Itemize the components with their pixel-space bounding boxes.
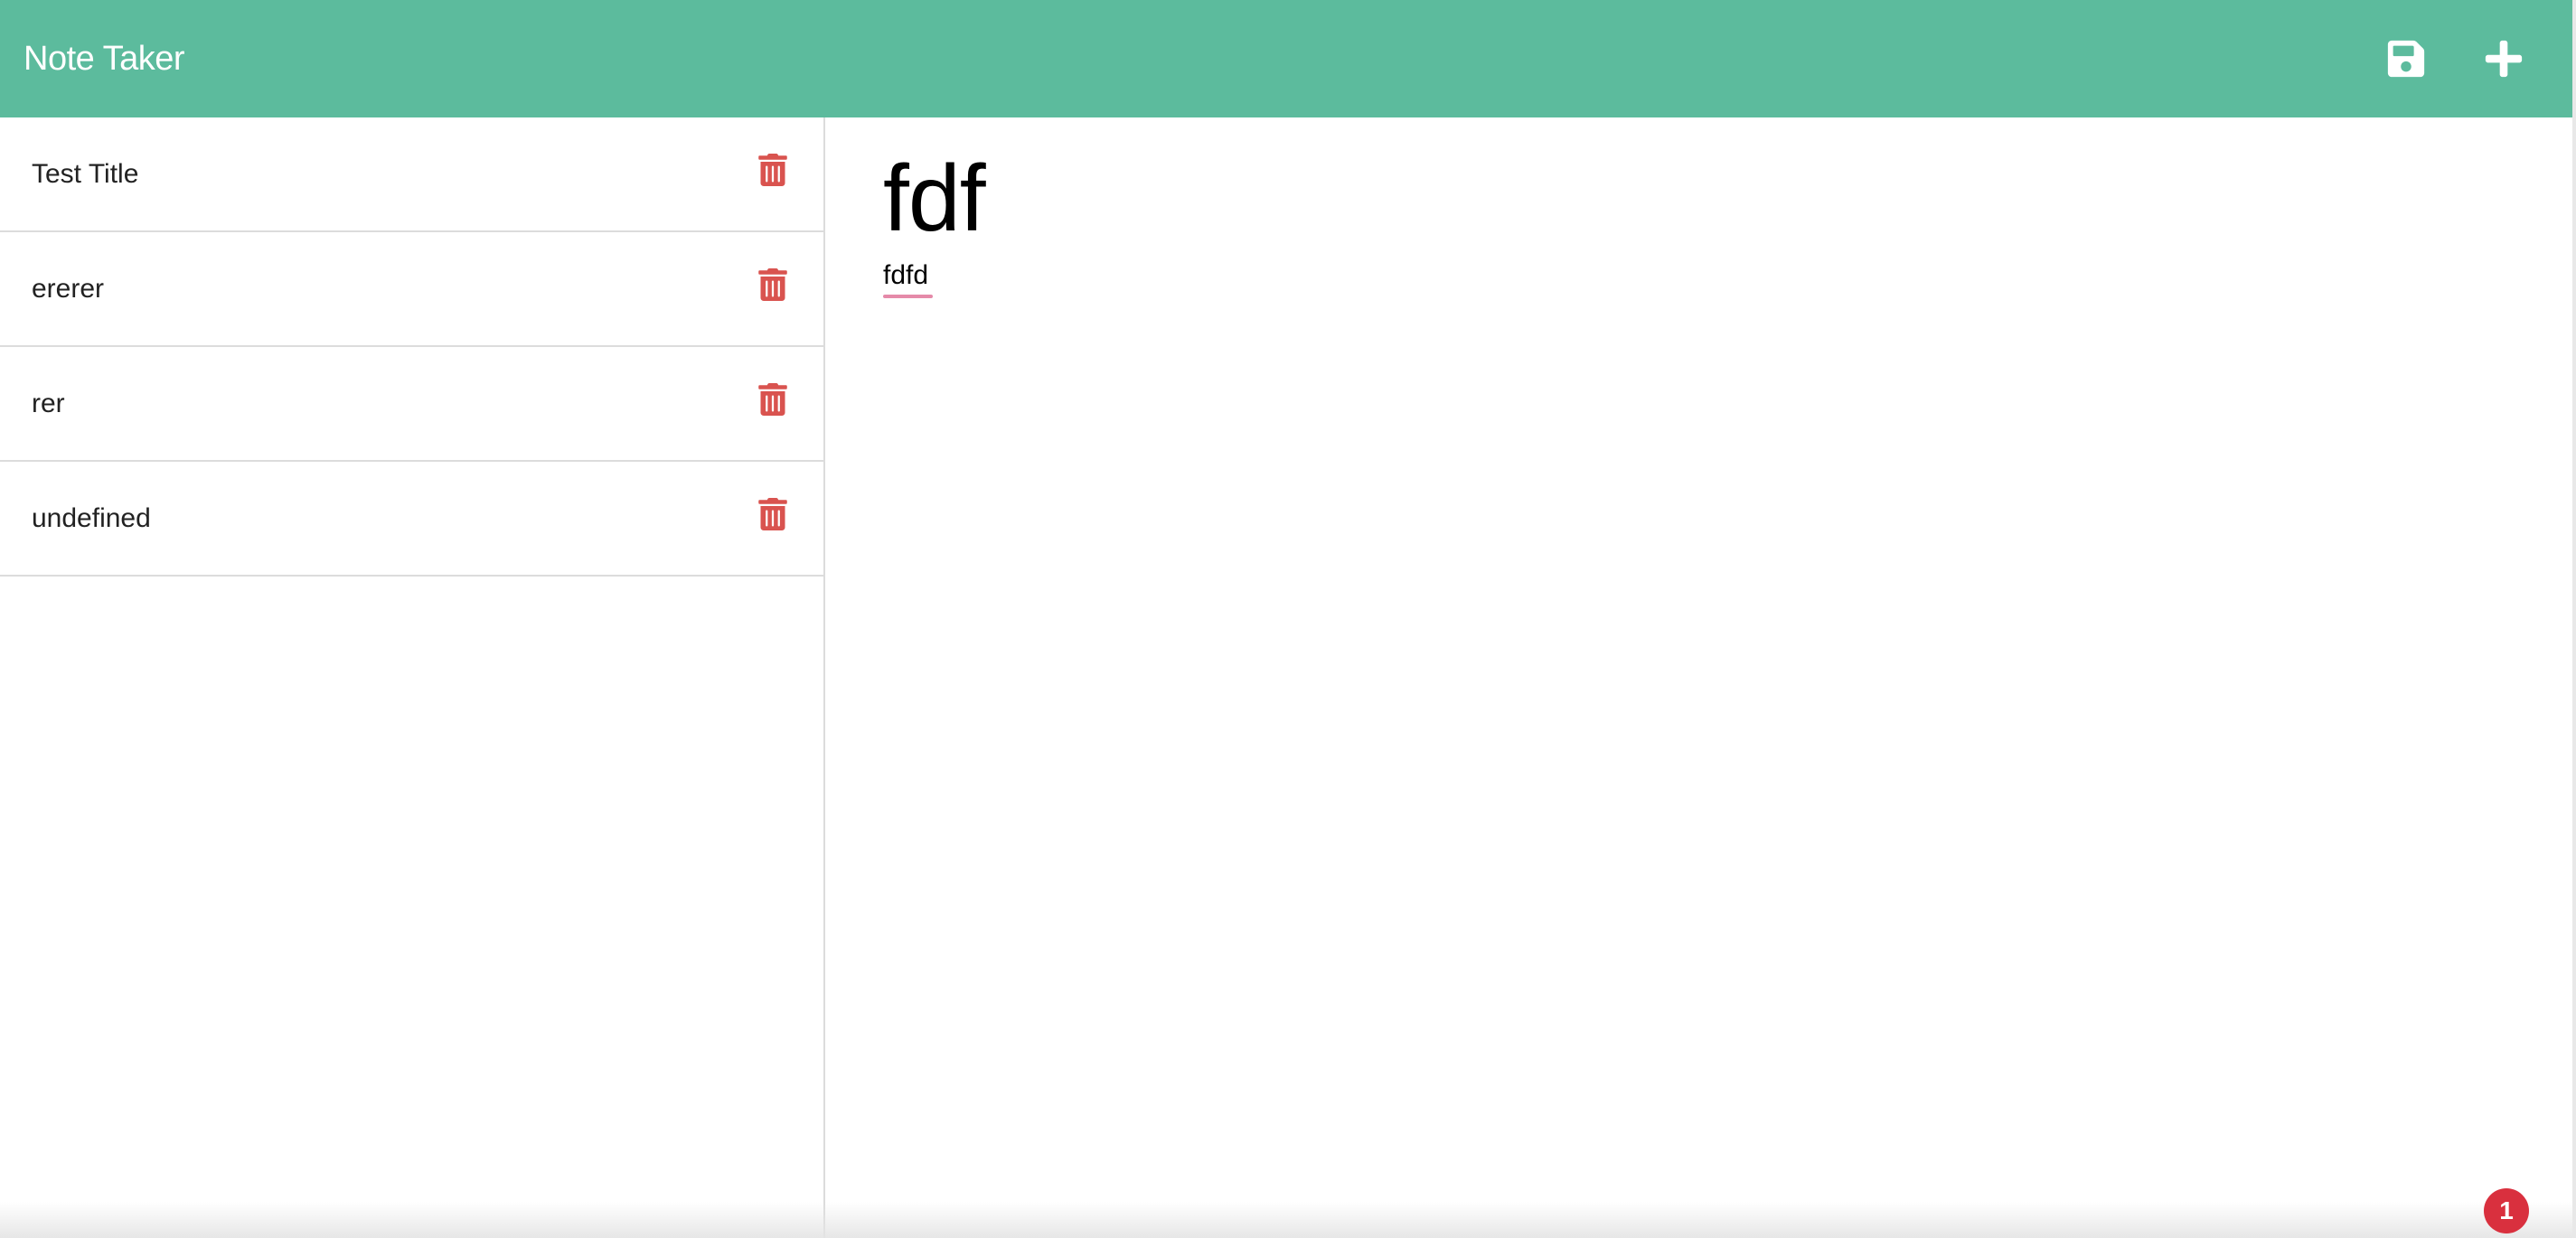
- note-title-input[interactable]: [883, 140, 2510, 258]
- notification-badge[interactable]: 1: [2484, 1188, 2529, 1233]
- window-edge: [2572, 0, 2576, 1238]
- note-list-item-title: ererer: [32, 273, 105, 304]
- note-list-item-title: Test Title: [32, 158, 139, 189]
- note-list-item[interactable]: Test Title: [0, 117, 823, 232]
- trash-icon: [758, 153, 787, 186]
- floppy-disk-icon: [2387, 40, 2425, 78]
- save-note-button[interactable]: [2381, 33, 2431, 84]
- trash-icon: [758, 382, 787, 416]
- note-list-item-title: undefined: [32, 502, 151, 533]
- delete-note-button[interactable]: [757, 267, 789, 303]
- note-list-item[interactable]: ererer: [0, 232, 823, 347]
- note-list-item[interactable]: undefined: [0, 462, 823, 577]
- delete-note-button[interactable]: [757, 381, 789, 417]
- app-title[interactable]: Note Taker: [24, 42, 185, 76]
- note-list-item[interactable]: rer: [0, 347, 823, 462]
- note-list: Test Title ererer rer undefined: [0, 117, 823, 577]
- navbar: Note Taker: [0, 0, 2572, 117]
- bottom-shadow: [0, 1202, 2572, 1238]
- plus-icon: [2485, 40, 2523, 78]
- notes-sidebar: Test Title ererer rer undefined: [0, 117, 825, 1238]
- trash-icon: [758, 497, 787, 530]
- note-list-item-title: rer: [32, 388, 65, 418]
- spellcheck-underline: [883, 295, 933, 298]
- delete-note-button[interactable]: [757, 152, 789, 188]
- trash-icon: [758, 267, 787, 301]
- note-editor: fdfd: [827, 117, 2572, 1238]
- delete-note-button[interactable]: [757, 496, 789, 532]
- note-text-input[interactable]: fdfd: [883, 260, 2510, 1074]
- new-note-button[interactable]: [2478, 33, 2529, 84]
- nav-actions: [2381, 33, 2529, 84]
